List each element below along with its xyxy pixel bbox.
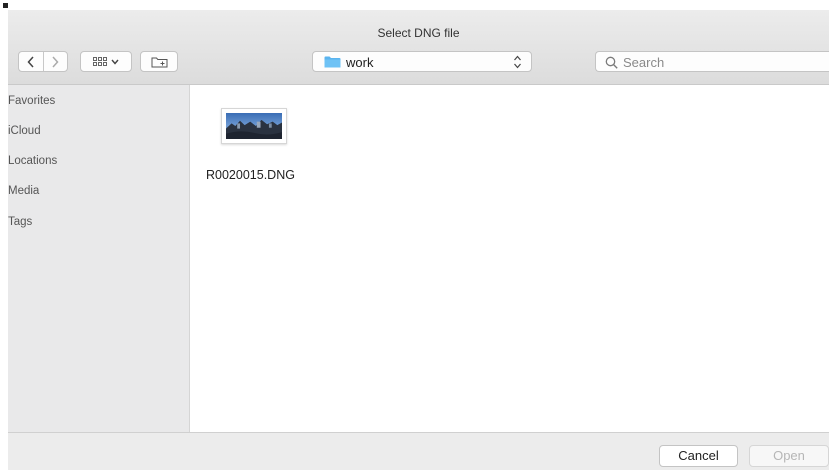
- location-label: work: [346, 55, 374, 70]
- sidebar-item-favorites[interactable]: Favorites: [8, 91, 190, 111]
- icon-grid-view-icon: [93, 57, 107, 66]
- chevron-down-icon: [111, 59, 119, 65]
- back-button[interactable]: [19, 52, 43, 71]
- sidebar-item-media[interactable]: Media: [8, 181, 190, 201]
- sidebar-item-icloud[interactable]: iCloud: [8, 121, 190, 141]
- dialog-footer: Cancel Open: [8, 432, 829, 470]
- file-browser: R0020015.DNG: [191, 85, 829, 432]
- file-thumbnail: [221, 108, 287, 144]
- folder-icon: [324, 56, 341, 68]
- chevron-left-icon: [27, 55, 34, 68]
- window-title: Select DNG file: [377, 26, 460, 40]
- up-down-chevron-icon: [514, 55, 521, 69]
- panorama-thumbnail-icon: [226, 113, 282, 139]
- view-mode-button[interactable]: [80, 51, 132, 72]
- search-icon: [605, 56, 618, 69]
- title-bar: Select DNG file work Search: [8, 10, 829, 85]
- search-field[interactable]: [595, 51, 829, 72]
- new-folder-icon: [151, 57, 167, 67]
- corner-mark: [3, 3, 8, 8]
- navigation-buttons: [18, 51, 68, 72]
- view-mode-segment[interactable]: [81, 52, 131, 71]
- sidebar-item-tags[interactable]: Tags: [8, 212, 190, 232]
- cancel-button[interactable]: Cancel: [659, 445, 738, 467]
- forward-button[interactable]: [42, 52, 67, 71]
- sidebar: Favorites iCloud Locations Media Tags: [8, 85, 190, 432]
- location-popup[interactable]: work: [312, 51, 532, 72]
- chevron-right-icon: [52, 55, 59, 68]
- new-folder-button[interactable]: [140, 51, 178, 72]
- file-dialog: Select DNG file work Search Favorites iC…: [8, 10, 829, 470]
- new-folder-segment[interactable]: [141, 52, 177, 71]
- open-button[interactable]: Open: [749, 445, 829, 467]
- sidebar-item-locations[interactable]: Locations: [8, 151, 190, 171]
- file-name: R0020015.DNG: [206, 168, 295, 182]
- search-input[interactable]: [623, 53, 823, 71]
- file-item[interactable]: R0020015.DNG: [196, 106, 306, 186]
